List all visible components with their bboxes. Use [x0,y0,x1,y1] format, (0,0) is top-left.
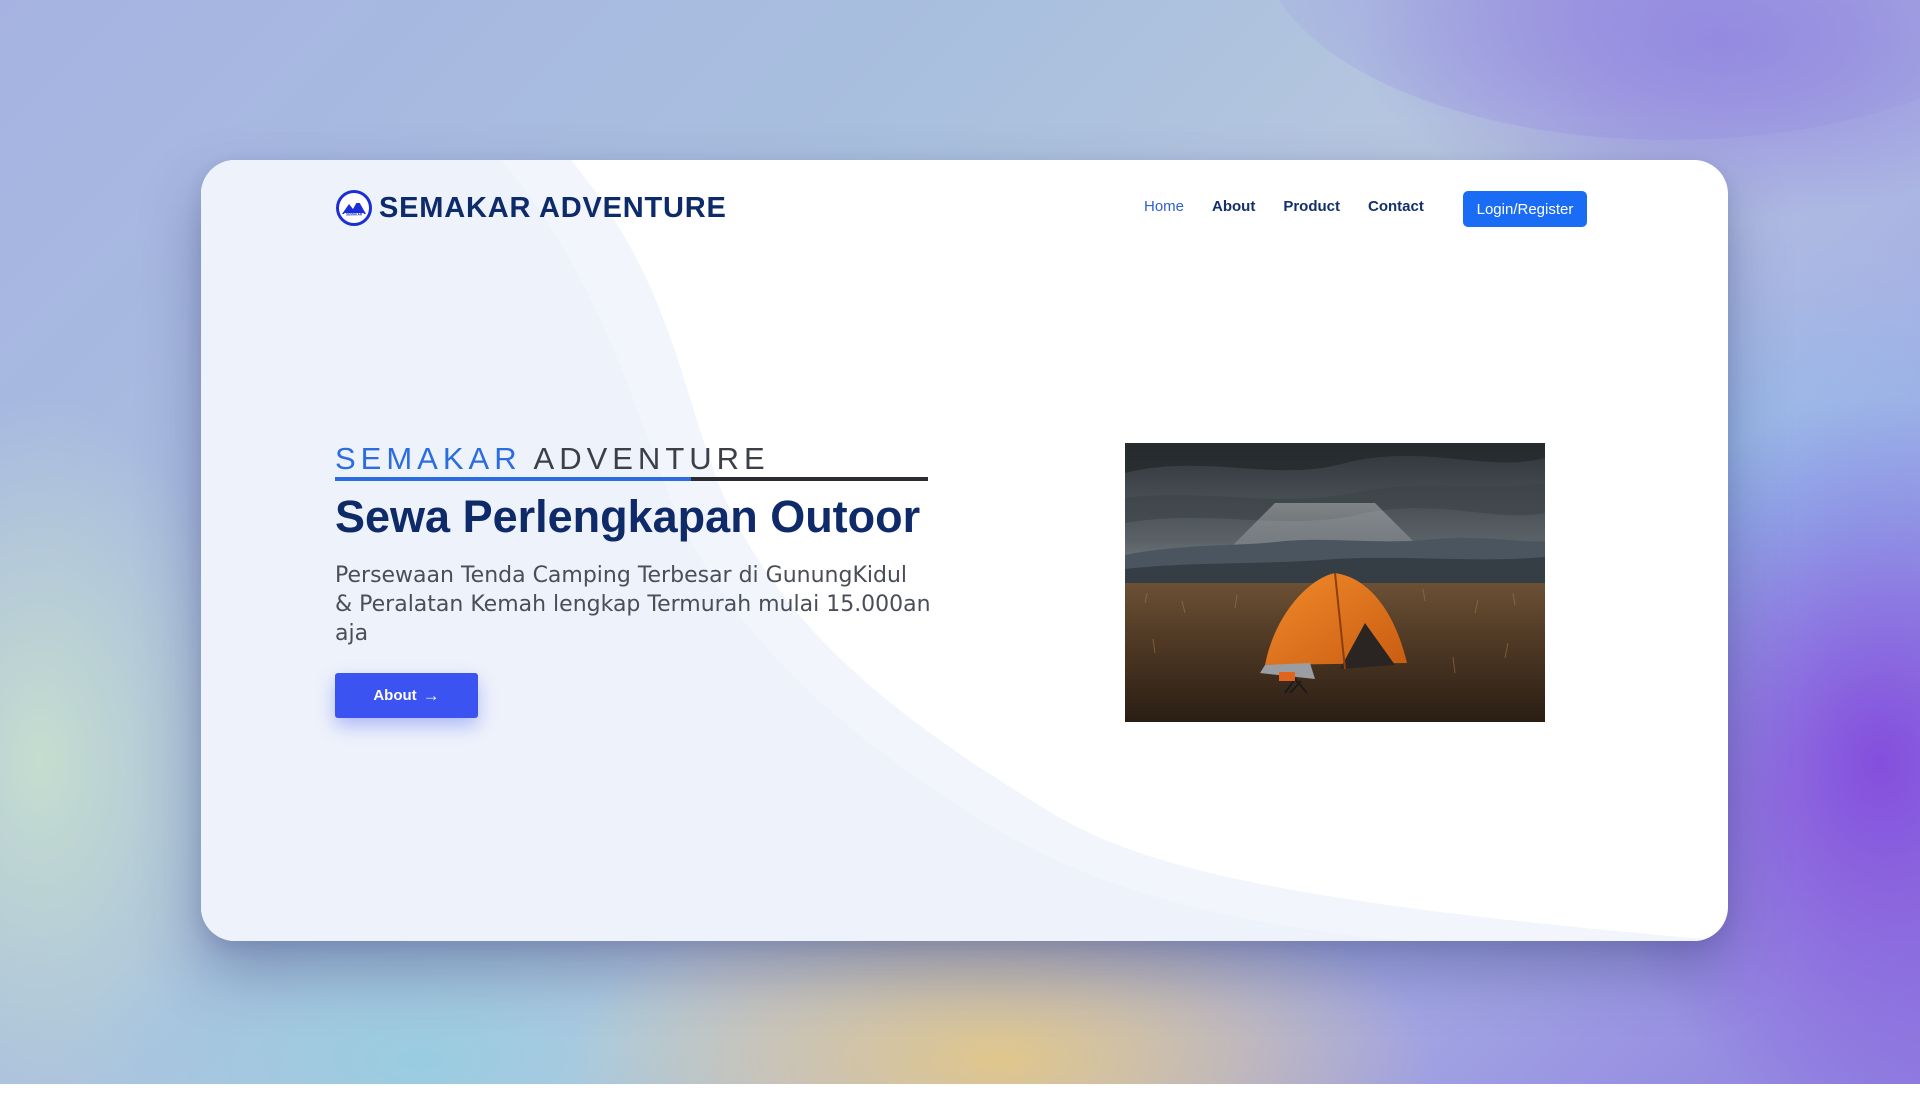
eyebrow-accent: SEMAKAR [335,441,522,476]
hero-image-tent [1125,443,1545,722]
hero-subtitle: Persewaan Tenda Camping Terbesar di Gunu… [335,563,931,646]
about-cta-button[interactable]: About → [335,673,478,718]
navbar: SEMAKAR SEMAKAR ADVENTURE Home About Pro… [201,160,1728,260]
nav-link-product[interactable]: Product [1283,198,1340,215]
hero-section: SEMAKAR ADVENTURE Sewa Perlengkapan Outo… [335,443,931,648]
hero-headline: Sewa Perlengkapan Outoor [335,491,921,542]
nav-link-home[interactable]: Home [1144,198,1184,215]
logo-mark-text: SEMAKAR [346,212,363,216]
login-register-button[interactable]: Login/Register [1463,191,1587,227]
eyebrow-underline [335,477,928,481]
hero-eyebrow: SEMAKAR ADVENTURE [335,443,931,475]
brand-logo[interactable]: SEMAKAR SEMAKAR ADVENTURE [335,189,727,227]
arrow-right-icon: → [422,686,440,705]
nav-link-contact[interactable]: Contact [1368,198,1424,215]
eyebrow-rest: ADVENTURE [533,441,770,476]
landing-page-card: SEMAKAR SEMAKAR ADVENTURE Home About Pro… [201,160,1728,941]
main-menu: Home About Product Contact [1144,198,1452,215]
brand-name: SEMAKAR ADVENTURE [379,191,727,224]
backdrop-blob [1260,0,1920,140]
cta-label: About [373,687,417,704]
mountain-logo-icon: SEMAKAR [336,190,372,226]
nav-link-about[interactable]: About [1212,198,1255,215]
